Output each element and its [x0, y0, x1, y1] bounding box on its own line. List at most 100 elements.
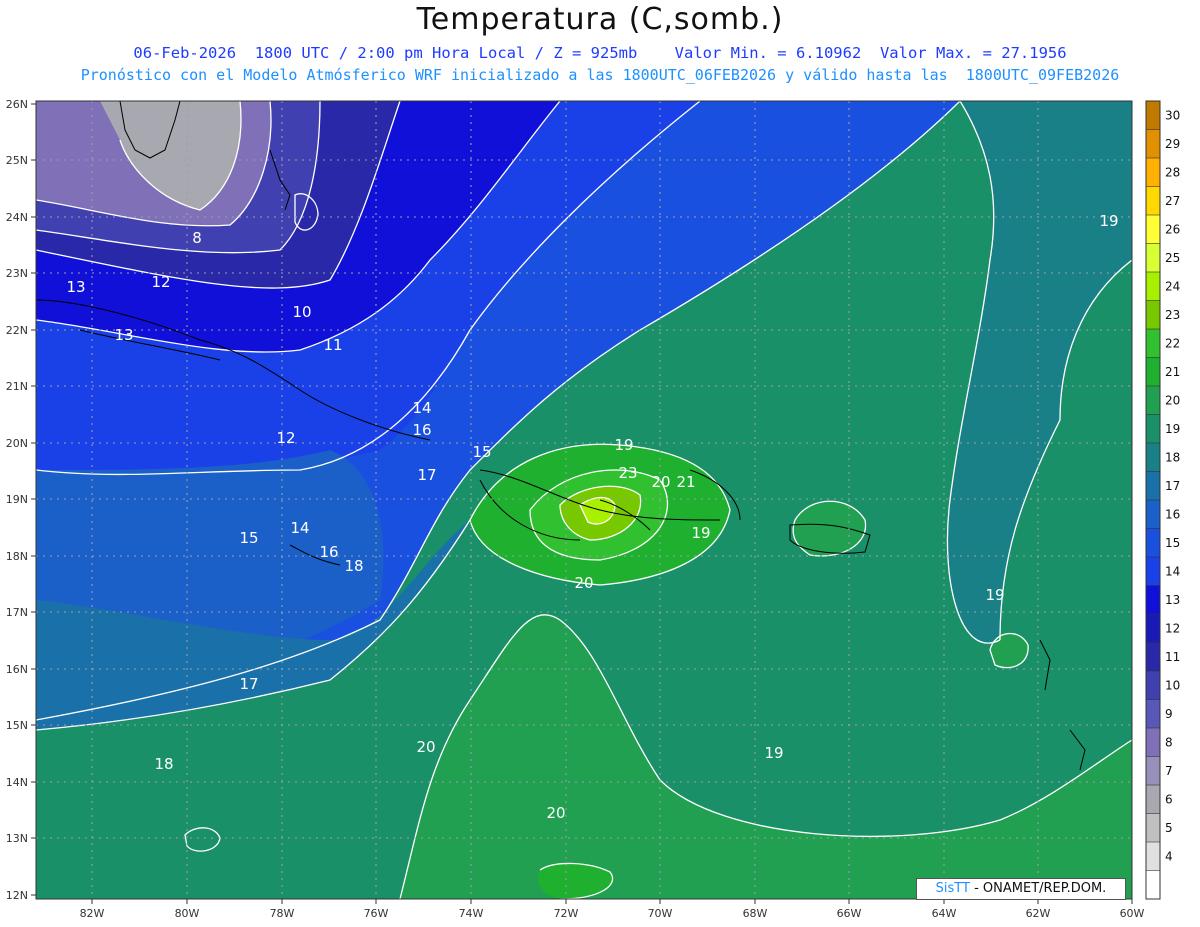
- colorbar-swatch: [1146, 243, 1160, 273]
- contour-label: 15: [239, 529, 258, 547]
- lon-label: 74W: [459, 907, 484, 920]
- colorbar-label: 16: [1165, 507, 1180, 521]
- contour-label: 19: [1099, 212, 1118, 230]
- contour-label: 15: [472, 443, 491, 461]
- colorbar-swatch: [1146, 500, 1160, 529]
- colorbar-swatch: [1146, 329, 1160, 358]
- colorbar-swatch: [1146, 614, 1160, 643]
- colorbar-label: 6: [1165, 792, 1173, 806]
- colorbar-swatch: [1146, 300, 1160, 330]
- lon-label: 64W: [932, 907, 957, 920]
- colorbar-label: 21: [1165, 365, 1180, 379]
- colorbar-label: 11: [1165, 650, 1180, 664]
- lon-label: 66W: [837, 907, 862, 920]
- lat-label: 18N: [6, 550, 28, 563]
- colorbar-swatch: [1146, 842, 1160, 871]
- colorbar-label: 9: [1165, 707, 1173, 721]
- lon-label: 68W: [743, 907, 768, 920]
- lon-label: 72W: [554, 907, 579, 920]
- colorbar-label: 20: [1165, 393, 1180, 407]
- colorbar-label: 14: [1165, 564, 1180, 578]
- lon-label: 78W: [270, 907, 295, 920]
- contour-label: 11: [323, 336, 342, 354]
- shaded-field: [36, 101, 1132, 899]
- colorbar-label: 8: [1165, 735, 1173, 749]
- contour-label: 8: [192, 229, 202, 247]
- lat-label: 24N: [6, 211, 28, 224]
- colorbar-label: 24: [1165, 279, 1180, 293]
- lat-label: 26N: [6, 98, 28, 111]
- colorbar-swatch: [1146, 671, 1160, 700]
- colorbar-label: 28: [1165, 165, 1180, 179]
- lon-label: 80W: [175, 907, 200, 920]
- colorbar-swatch: [1146, 471, 1160, 501]
- colorbar-swatch: [1146, 557, 1160, 586]
- contour-label: 16: [412, 421, 431, 439]
- contour-label: 20: [416, 738, 435, 756]
- lon-label: 82W: [80, 907, 105, 920]
- colorbar-swatch: [1146, 129, 1160, 159]
- colorbar-swatch: [1146, 699, 1160, 729]
- colorbar-label: 19: [1165, 422, 1180, 436]
- lat-label: 21N: [6, 380, 28, 393]
- lon-label: 70W: [648, 907, 673, 920]
- contour-label: 19: [985, 586, 1004, 604]
- colorbar-swatch: [1146, 785, 1160, 814]
- colorbar-label: 22: [1165, 336, 1180, 350]
- colorbar: 30 29 28 27 26 25 24 23 22 21 20 19 18 17 16 15 14 13 12 11…: [1145, 100, 1180, 900]
- lat-label: 15N: [6, 719, 28, 732]
- lat-label: 25N: [6, 154, 28, 167]
- contour-label: 20: [574, 574, 593, 592]
- lat-label: 17N: [6, 606, 28, 619]
- colorbar-swatch: [1146, 443, 1160, 472]
- latitude-labels: 26N 25N 24N 23N 22N 21N 20N 19N 18N 17N …: [6, 98, 28, 902]
- colorbar-label: 12: [1165, 621, 1180, 635]
- contour-label: 12: [276, 429, 295, 447]
- contour-label: 18: [344, 557, 363, 575]
- contour-label: 13: [114, 326, 133, 344]
- lon-label: 76W: [364, 907, 389, 920]
- colorbar-label: 23: [1165, 308, 1180, 322]
- colorbar-label: 5: [1165, 821, 1173, 835]
- contour-label: 20: [651, 473, 670, 491]
- contour-label: 19: [691, 524, 710, 542]
- colorbar-swatch: [1146, 186, 1160, 216]
- contour-label: 17: [239, 675, 258, 693]
- colorbar-swatch: [1146, 528, 1160, 558]
- contour-label: 10: [292, 303, 311, 321]
- colorbar-swatch: [1146, 756, 1160, 786]
- lon-label: 60W: [1120, 907, 1145, 920]
- contour-label: 18: [154, 755, 173, 773]
- colorbar-label: 4: [1165, 849, 1173, 863]
- contour-label: 21: [676, 473, 695, 491]
- colorbar-swatch: [1146, 414, 1160, 444]
- contour-label: 20: [546, 804, 565, 822]
- colorbar-swatch: [1146, 101, 1160, 130]
- colorbar-swatch: [1146, 728, 1160, 757]
- colorbar-swatch: [1146, 642, 1160, 672]
- colorbar-swatch: [1146, 870, 1160, 900]
- colorbar-swatch: [1146, 215, 1160, 244]
- colorbar-label: 10: [1165, 678, 1180, 692]
- lat-label: 16N: [6, 663, 28, 676]
- colorbar-label: 18: [1165, 450, 1180, 464]
- lat-label: 13N: [6, 832, 28, 845]
- colorbar-label: 17: [1165, 479, 1180, 493]
- longitude-labels: 82W 80W 78W 76W 74W 72W 70W 68W 66W 64W …: [80, 907, 1145, 920]
- colorbar-swatch: [1146, 272, 1160, 301]
- colorbar-swatch: [1146, 585, 1160, 615]
- contour-label: 23: [618, 464, 637, 482]
- contour-label: 14: [290, 519, 309, 537]
- colorbar-label: 29: [1165, 137, 1180, 151]
- contour-label: 19: [764, 744, 783, 762]
- colorbar-label: 27: [1165, 194, 1180, 208]
- lat-label: 22N: [6, 324, 28, 337]
- lat-label: 12N: [6, 889, 28, 902]
- contour-label: 17: [417, 466, 436, 484]
- contour-label: 12: [151, 273, 170, 291]
- colorbar-label: 25: [1165, 251, 1180, 265]
- lon-label: 62W: [1026, 907, 1051, 920]
- credit-box: SisTT - ONAMET/REP.DOM.: [916, 878, 1126, 900]
- colorbar-label: 13: [1165, 593, 1180, 607]
- colorbar-label: 15: [1165, 536, 1180, 550]
